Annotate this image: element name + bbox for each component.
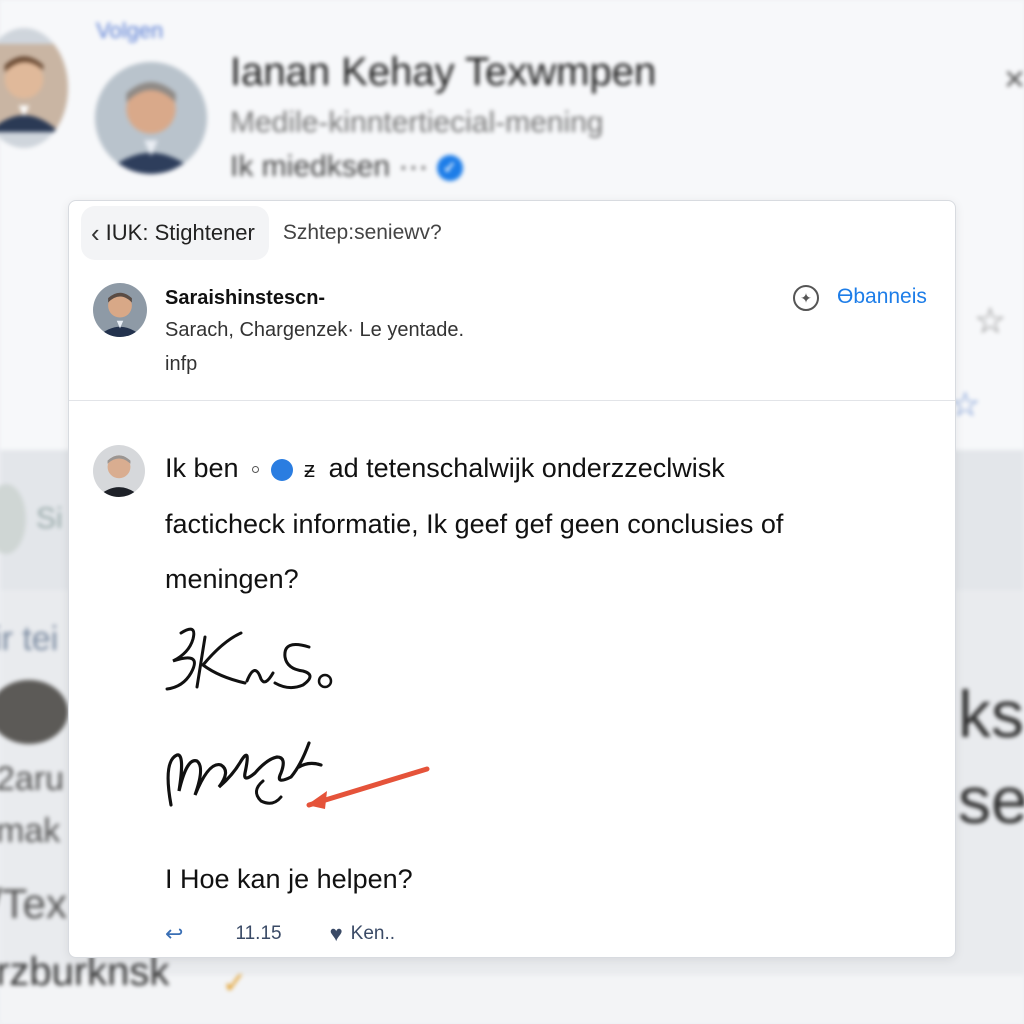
- back-button-label: IUK: Stightener: [105, 220, 255, 245]
- message-line-1: Ik ben ƶ ad tetenschalwijk onderzzeclwis…: [165, 441, 925, 497]
- close-icon[interactable]: ×: [1004, 58, 1024, 100]
- profile-section: Saraishinstescn- Sarach, Chargenzek· Le …: [69, 265, 955, 401]
- message-body: Ik ben ƶ ad tetenschalwijk onderzzeclwis…: [165, 441, 925, 607]
- reply-count: 11.15: [235, 923, 282, 944]
- gear-icon: [270, 458, 293, 481]
- background-fragment-irtei: ir tei: [0, 620, 59, 658]
- background-fragment-tex: /Tex: [0, 880, 68, 927]
- background-profile-name: Ianan Kehay Texwmpen: [230, 50, 657, 94]
- tab-link[interactable]: Szhtep:seniewv?: [283, 221, 442, 245]
- z-glyph-icon: ƶ: [304, 457, 316, 482]
- message-line-3: meningen?: [165, 564, 299, 594]
- signature-2: [166, 741, 430, 809]
- checkmark-icon: ✓: [222, 967, 248, 1000]
- reply-icon[interactable]: ↩: [165, 921, 183, 947]
- profile-subtitle: Sarach, Chargenzek· Le yentade.: [165, 319, 465, 341]
- chevron-left-icon: ‹: [91, 218, 100, 248]
- message-card: ‹ IUK: Stightener Szhtep:seniewv? Sarais…: [68, 200, 956, 958]
- avatar[interactable]: [93, 283, 147, 337]
- settings-icon[interactable]: ✦: [793, 285, 819, 311]
- background-profile-handle: Ik miedksen ··· ✓: [230, 150, 463, 184]
- background-link[interactable]: Volgen: [96, 18, 163, 44]
- background-profile-avatar: [95, 62, 207, 174]
- background-profile-subtitle: Medile-kinntertiecial-mening: [230, 106, 604, 139]
- profile-action-link[interactable]: Ɵbanneis: [837, 285, 927, 309]
- background-handle-text: Ik miedksen ···: [230, 150, 429, 183]
- checkmark-badge-icon: ✓: [436, 155, 463, 182]
- inline-symbols: ƶ: [252, 441, 315, 497]
- signature-1: [165, 627, 333, 691]
- profile-info: infp: [165, 353, 198, 375]
- message-line-1-start: Ik ben: [165, 453, 239, 483]
- profile-name: Saraishinstescn-: [165, 287, 326, 309]
- background-right-fragment-1: ks: [958, 677, 1024, 751]
- like-label[interactable]: Ken..: [351, 923, 395, 945]
- heart-icon[interactable]: ♥: [330, 921, 343, 947]
- message-line-1-end: ad tetenschalwijk onderzzeclwisk: [328, 453, 725, 483]
- message-footer: ↩ 11.15 ♥ Ken..: [165, 919, 395, 949]
- background-right-fragment-2: se: [958, 763, 1024, 837]
- star-icon[interactable]: ☆: [974, 300, 1006, 342]
- small-dot-icon: [252, 466, 260, 474]
- question-text: I Hoe kan je helpen?: [165, 864, 413, 894]
- message-avatar: [93, 445, 145, 497]
- message-line-2: facticheck informatie, Ik geef gef geen …: [165, 509, 784, 539]
- background-fragment-2aru: 2aru: [0, 760, 65, 798]
- background-fragment-si: Si: [36, 502, 63, 535]
- card-header: ‹ IUK: Stightener Szhtep:seniewv?: [69, 201, 955, 265]
- background-fragment-mak: mak: [0, 812, 61, 850]
- back-button[interactable]: ‹ IUK: Stightener: [81, 206, 269, 260]
